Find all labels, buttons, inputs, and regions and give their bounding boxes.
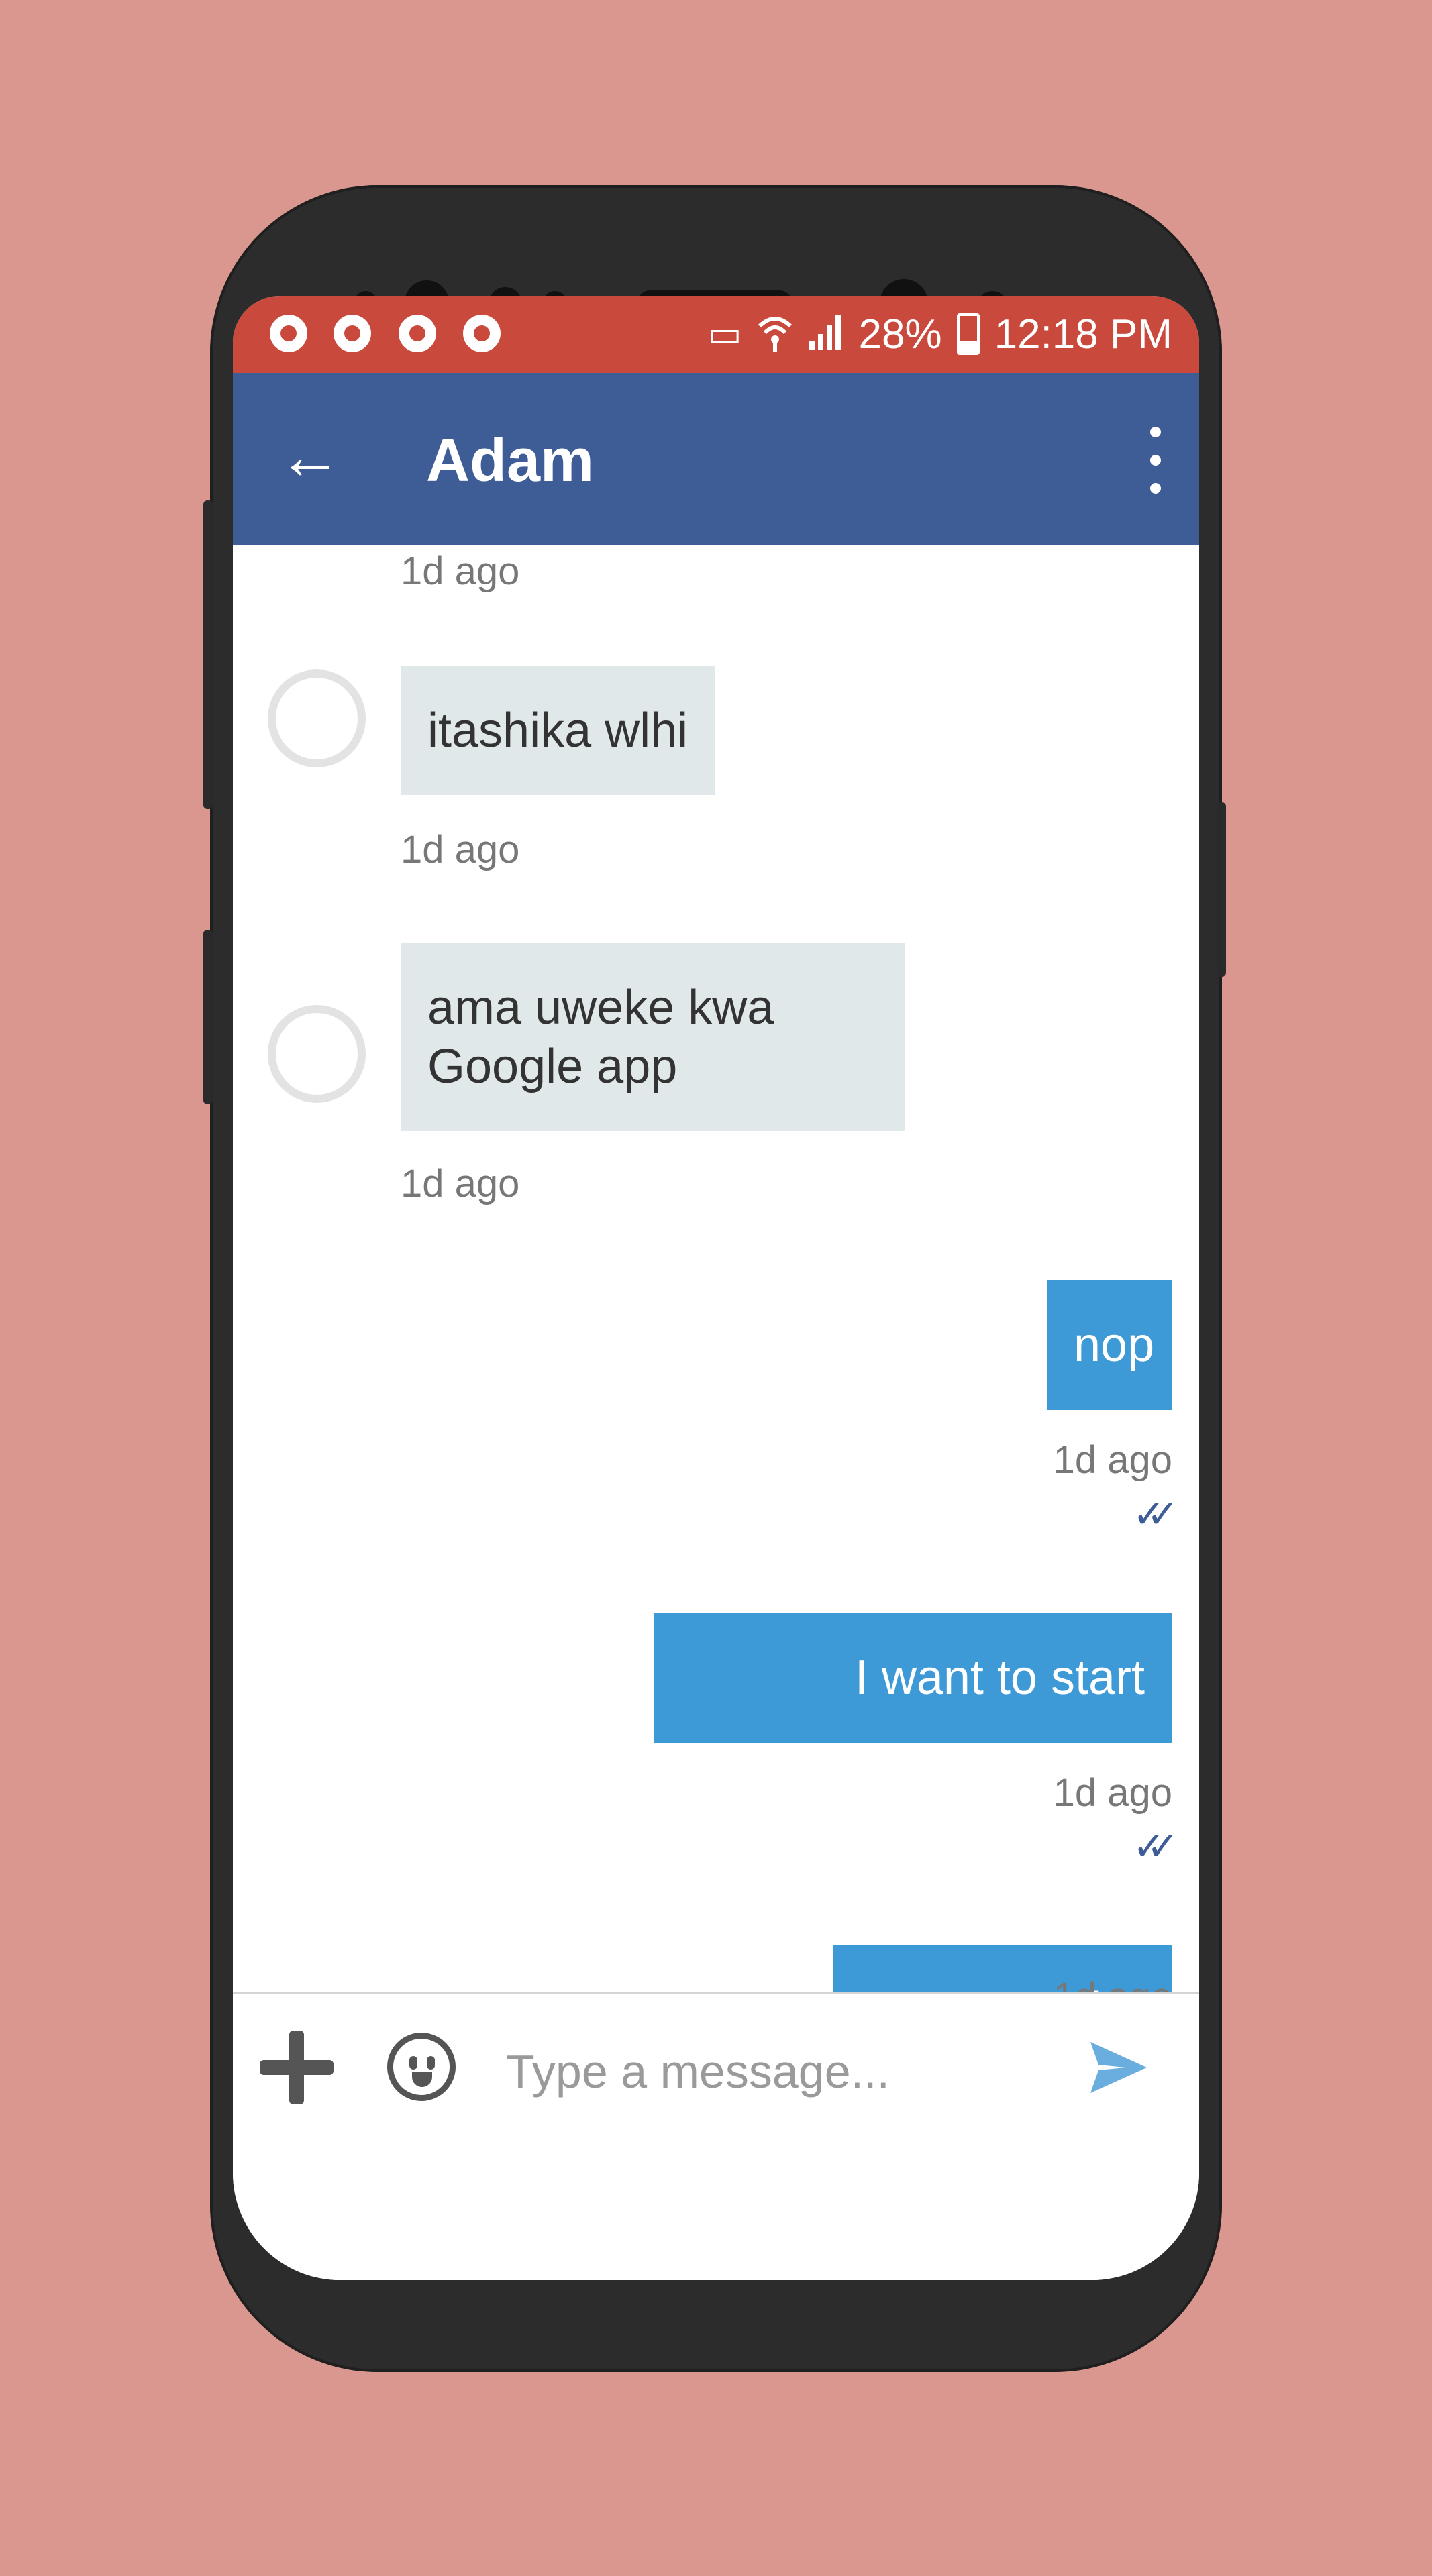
back-arrow-icon[interactable]: ←: [273, 420, 347, 494]
aperture-icon: [270, 315, 307, 352]
battery-percent: 28%: [858, 311, 942, 358]
outgoing-message-bubble[interactable]: nop: [1047, 1280, 1172, 1410]
signal-icon: [808, 313, 844, 356]
status-bar: ▭ 28% 12:18 PM: [233, 296, 1199, 373]
plus-icon[interactable]: [260, 2031, 334, 2104]
more-vert-icon[interactable]: [1142, 427, 1169, 494]
message-timestamp: 1d ago: [1054, 1974, 1172, 1992]
aperture-icon: [463, 315, 501, 352]
status-right-group: ▭ 28% 12:18 PM: [707, 304, 1172, 364]
cast-icon: ▭: [707, 314, 742, 354]
outgoing-message-bubble[interactable]: I want to start tomorrow: [654, 1613, 1172, 1835]
wifi-icon: [757, 311, 793, 358]
message-timestamp: 1d ago: [401, 1162, 520, 1205]
emoji-icon[interactable]: [387, 2033, 456, 2101]
message-timestamp: 1d ago: [401, 549, 520, 593]
status-time: 12:18 PM: [994, 311, 1172, 358]
message-timestamp: 1d ago: [1053, 1438, 1172, 1482]
aperture-icon: [334, 315, 371, 352]
incoming-message-bubble[interactable]: itashika wlhi: [401, 666, 715, 795]
read-receipt-icon: ✓✓: [1132, 1825, 1179, 1868]
message-timestamp: 1d ago: [401, 828, 520, 871]
send-icon[interactable]: [1085, 2034, 1152, 2101]
read-receipt-icon: ✓✓: [1132, 1493, 1179, 1536]
volume-button: [203, 500, 213, 809]
message-input-bar: [233, 1992, 1199, 2280]
message-input[interactable]: [505, 2037, 1111, 2106]
phone-screen: ▭ 28% 12:18 PM ← Adam 1d ago itashika wl…: [233, 296, 1199, 2280]
conversation-title: Adam: [426, 427, 595, 494]
message-list[interactable]: 1d ago itashika wlhi 1d ago ama uweke kw…: [233, 545, 1199, 1992]
aperture-icon: [399, 315, 436, 352]
battery-icon: [956, 313, 980, 355]
app-bar: ← Adam: [233, 373, 1199, 545]
message-timestamp: 1d ago: [1053, 1771, 1172, 1815]
avatar[interactable]: [268, 669, 366, 767]
avatar[interactable]: [268, 1005, 366, 1103]
power-button: [1217, 802, 1226, 977]
incoming-message-bubble[interactable]: ama uweke kwa Google app: [401, 943, 905, 1131]
bixby-button: [203, 930, 213, 1104]
